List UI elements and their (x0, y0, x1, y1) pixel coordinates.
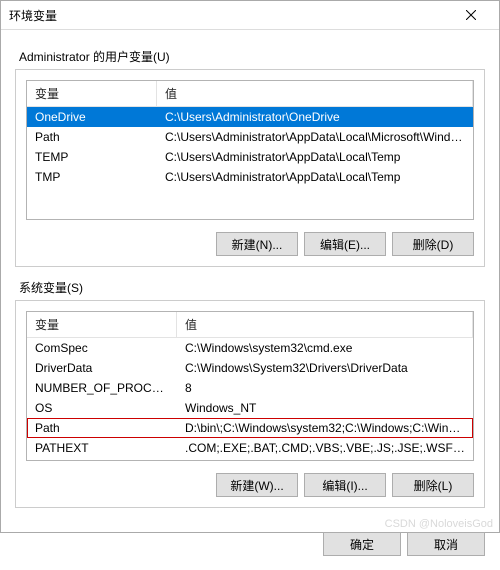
user-list-body: OneDriveC:\Users\Administrator\OneDriveP… (27, 107, 473, 187)
table-row[interactable]: DriverDataC:\Windows\System32\Drivers\Dr… (27, 358, 473, 378)
var-value-cell: C:\Windows\system32\cmd.exe (177, 340, 473, 356)
dialog-footer: 确定 取消 (1, 522, 499, 570)
table-row[interactable]: OneDriveC:\Users\Administrator\OneDrive (27, 107, 473, 127)
var-name-cell: PROCESSOR_ARCHITECT... (27, 460, 177, 461)
var-value-cell: AMD64 (177, 460, 473, 461)
var-name-cell: OneDrive (27, 109, 157, 125)
user-edit-button[interactable]: 编辑(E)... (304, 232, 386, 256)
system-new-button[interactable]: 新建(W)... (216, 473, 298, 497)
var-name-cell: TEMP (27, 149, 157, 165)
user-vars-label: Administrator 的用户变量(U) (19, 48, 485, 65)
env-vars-dialog: 环境变量 Administrator 的用户变量(U) 变量 值 OneDriv… (0, 0, 500, 533)
user-vars-list[interactable]: 变量 值 OneDriveC:\Users\Administrator\OneD… (26, 80, 474, 220)
ok-button[interactable]: 确定 (323, 532, 401, 556)
user-vars-group: 变量 值 OneDriveC:\Users\Administrator\OneD… (15, 69, 485, 267)
var-value-cell: D:\bin\;C:\Windows\system32;C:\Windows;C… (177, 420, 473, 436)
var-name-cell: ComSpec (27, 340, 177, 356)
table-row[interactable]: PathC:\Users\Administrator\AppData\Local… (27, 127, 473, 147)
user-new-button[interactable]: 新建(N)... (216, 232, 298, 256)
var-value-cell: C:\Users\Administrator\AppData\Local\Tem… (157, 149, 473, 165)
table-row[interactable]: PROCESSOR_ARCHITECT...AMD64 (27, 458, 473, 461)
dialog-content: Administrator 的用户变量(U) 变量 值 OneDriveC:\U… (1, 30, 499, 522)
system-list-body: ComSpecC:\Windows\system32\cmd.exeDriver… (27, 338, 473, 461)
cancel-button[interactable]: 取消 (407, 532, 485, 556)
var-value-cell: C:\Users\Administrator\AppData\Local\Mic… (157, 129, 473, 145)
col-header-name[interactable]: 变量 (27, 312, 177, 337)
user-delete-button[interactable]: 删除(D) (392, 232, 474, 256)
table-row[interactable]: OSWindows_NT (27, 398, 473, 418)
close-button[interactable] (451, 1, 491, 29)
var-value-cell: C:\Users\Administrator\AppData\Local\Tem… (157, 169, 473, 185)
var-value-cell: C:\Users\Administrator\OneDrive (157, 109, 473, 125)
dialog-title: 环境变量 (9, 7, 451, 24)
system-vars-label: 系统变量(S) (19, 279, 485, 296)
close-icon (466, 10, 476, 20)
table-row[interactable]: TMPC:\Users\Administrator\AppData\Local\… (27, 167, 473, 187)
var-name-cell: TMP (27, 169, 157, 185)
var-value-cell: .COM;.EXE;.BAT;.CMD;.VBS;.VBE;.JS;.JSE;.… (177, 440, 473, 456)
table-row[interactable]: PathD:\bin\;C:\Windows\system32;C:\Windo… (27, 418, 473, 438)
col-header-value[interactable]: 值 (157, 81, 473, 106)
system-button-row: 新建(W)... 编辑(I)... 删除(L) (26, 473, 474, 497)
titlebar: 环境变量 (1, 1, 499, 30)
var-name-cell: Path (27, 420, 177, 436)
system-list-header: 变量 值 (27, 312, 473, 338)
system-edit-button[interactable]: 编辑(I)... (304, 473, 386, 497)
user-button-row: 新建(N)... 编辑(E)... 删除(D) (26, 232, 474, 256)
var-name-cell: DriverData (27, 360, 177, 376)
system-delete-button[interactable]: 删除(L) (392, 473, 474, 497)
system-vars-group: 变量 值 ComSpecC:\Windows\system32\cmd.exeD… (15, 300, 485, 508)
var-name-cell: OS (27, 400, 177, 416)
var-value-cell: 8 (177, 380, 473, 396)
user-list-header: 变量 值 (27, 81, 473, 107)
table-row[interactable]: TEMPC:\Users\Administrator\AppData\Local… (27, 147, 473, 167)
table-row[interactable]: ComSpecC:\Windows\system32\cmd.exe (27, 338, 473, 358)
system-vars-list[interactable]: 变量 值 ComSpecC:\Windows\system32\cmd.exeD… (26, 311, 474, 461)
var-value-cell: Windows_NT (177, 400, 473, 416)
var-name-cell: PATHEXT (27, 440, 177, 456)
table-row[interactable]: NUMBER_OF_PROCESSORS8 (27, 378, 473, 398)
var-value-cell: C:\Windows\System32\Drivers\DriverData (177, 360, 473, 376)
var-name-cell: Path (27, 129, 157, 145)
col-header-name[interactable]: 变量 (27, 81, 157, 106)
var-name-cell: NUMBER_OF_PROCESSORS (27, 380, 177, 396)
col-header-value[interactable]: 值 (177, 312, 473, 337)
table-row[interactable]: PATHEXT.COM;.EXE;.BAT;.CMD;.VBS;.VBE;.JS… (27, 438, 473, 458)
